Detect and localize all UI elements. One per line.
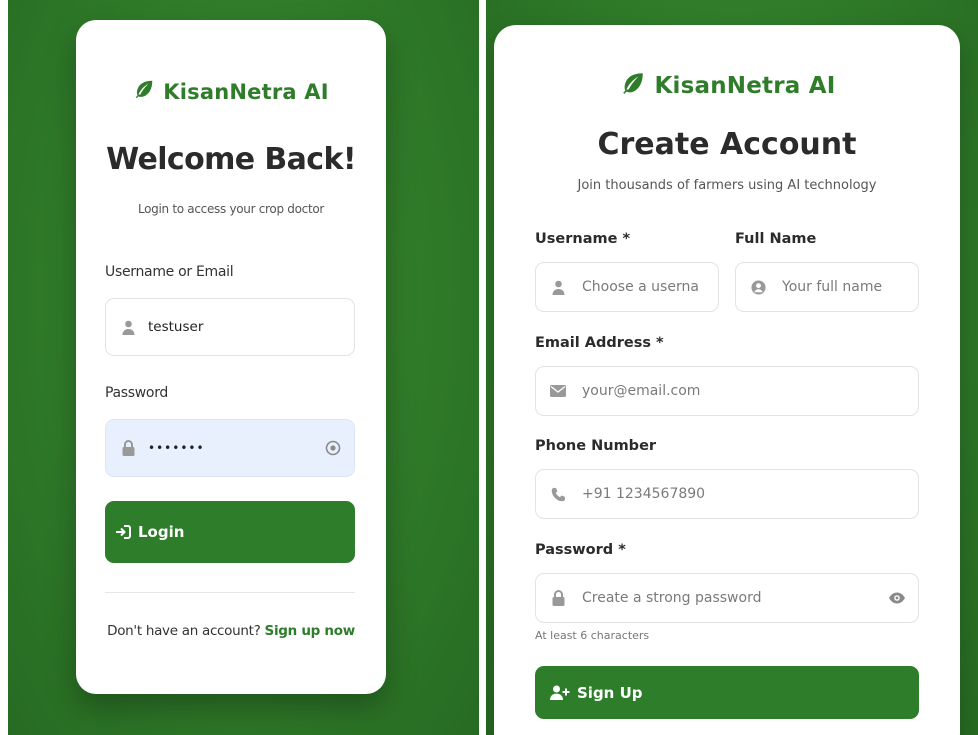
login-password-value: ••••••• — [148, 441, 205, 455]
login-panel: KisanNetra AI Welcome Back! Login to acc… — [8, 0, 479, 735]
login-password-label: Password — [105, 385, 168, 401]
signup-username-label: Username * — [535, 231, 631, 247]
signup-phone-label: Phone Number — [535, 438, 657, 454]
login-username-input[interactable]: testuser — [105, 298, 355, 356]
lock-icon — [550, 590, 566, 606]
signup-button-label: Sign Up — [577, 683, 643, 702]
signup-fullname-label: Full Name — [735, 231, 817, 247]
phone-icon — [550, 486, 566, 502]
sign-in-icon — [115, 525, 131, 539]
login-button[interactable]: Login — [105, 501, 355, 563]
signup-email-label: Email Address * — [535, 335, 664, 351]
signup-card: KisanNetra AI Create Account Join thousa… — [494, 25, 960, 735]
user-circle-icon — [750, 279, 766, 295]
signup-phone-placeholder: +91 1234567890 — [582, 486, 706, 502]
signup-username-input[interactable]: Choose a userna — [535, 262, 719, 312]
signup-email-input[interactable]: your@email.com — [535, 366, 919, 416]
signup-subtitle: Join thousands of farmers using AI techn… — [577, 178, 877, 193]
login-title: Welcome Back! — [106, 142, 356, 177]
eye-icon[interactable] — [324, 439, 342, 457]
lock-icon — [120, 440, 136, 456]
signup-fullname-placeholder: Your full name — [782, 279, 883, 295]
user-icon — [120, 319, 136, 335]
envelope-icon — [550, 383, 566, 399]
signup-title: Create Account — [597, 127, 857, 162]
signup-password-label: Password * — [535, 542, 626, 558]
signup-password-input[interactable]: Create a strong password — [535, 573, 919, 623]
signup-fullname-input[interactable]: Your full name — [735, 262, 919, 312]
login-footer: Don't have an account? Sign up now — [76, 623, 386, 639]
login-username-value: testuser — [148, 319, 204, 335]
user-plus-icon — [550, 685, 570, 700]
leaf-icon — [133, 78, 155, 105]
signup-button[interactable]: Sign Up — [535, 666, 919, 719]
login-footer-prompt: Don't have an account? — [107, 623, 261, 639]
login-username-label: Username or Email — [105, 264, 234, 280]
login-subtitle: Login to access your crop doctor — [137, 202, 325, 216]
signup-username-placeholder: Choose a userna — [582, 279, 699, 295]
leaf-icon — [619, 70, 647, 102]
eye-icon[interactable] — [888, 589, 906, 607]
signup-brand-name: KisanNetra AI — [654, 73, 836, 99]
login-password-input[interactable]: ••••••• — [105, 419, 355, 477]
signup-link[interactable]: Sign up now — [265, 623, 356, 639]
login-brand: KisanNetra AI — [76, 78, 386, 105]
signup-password-placeholder: Create a strong password — [582, 590, 762, 606]
signup-panel: KisanNetra AI Create Account Join thousa… — [486, 0, 978, 735]
user-icon — [550, 279, 566, 295]
signup-brand: KisanNetra AI — [494, 70, 960, 102]
signup-email-placeholder: your@email.com — [582, 383, 701, 399]
signup-password-hint: At least 6 characters — [535, 629, 650, 642]
signup-phone-input[interactable]: +91 1234567890 — [535, 469, 919, 519]
login-button-label: Login — [138, 523, 185, 541]
login-brand-name: KisanNetra AI — [163, 79, 329, 104]
login-card: KisanNetra AI Welcome Back! Login to acc… — [76, 20, 386, 694]
login-divider — [105, 592, 355, 593]
